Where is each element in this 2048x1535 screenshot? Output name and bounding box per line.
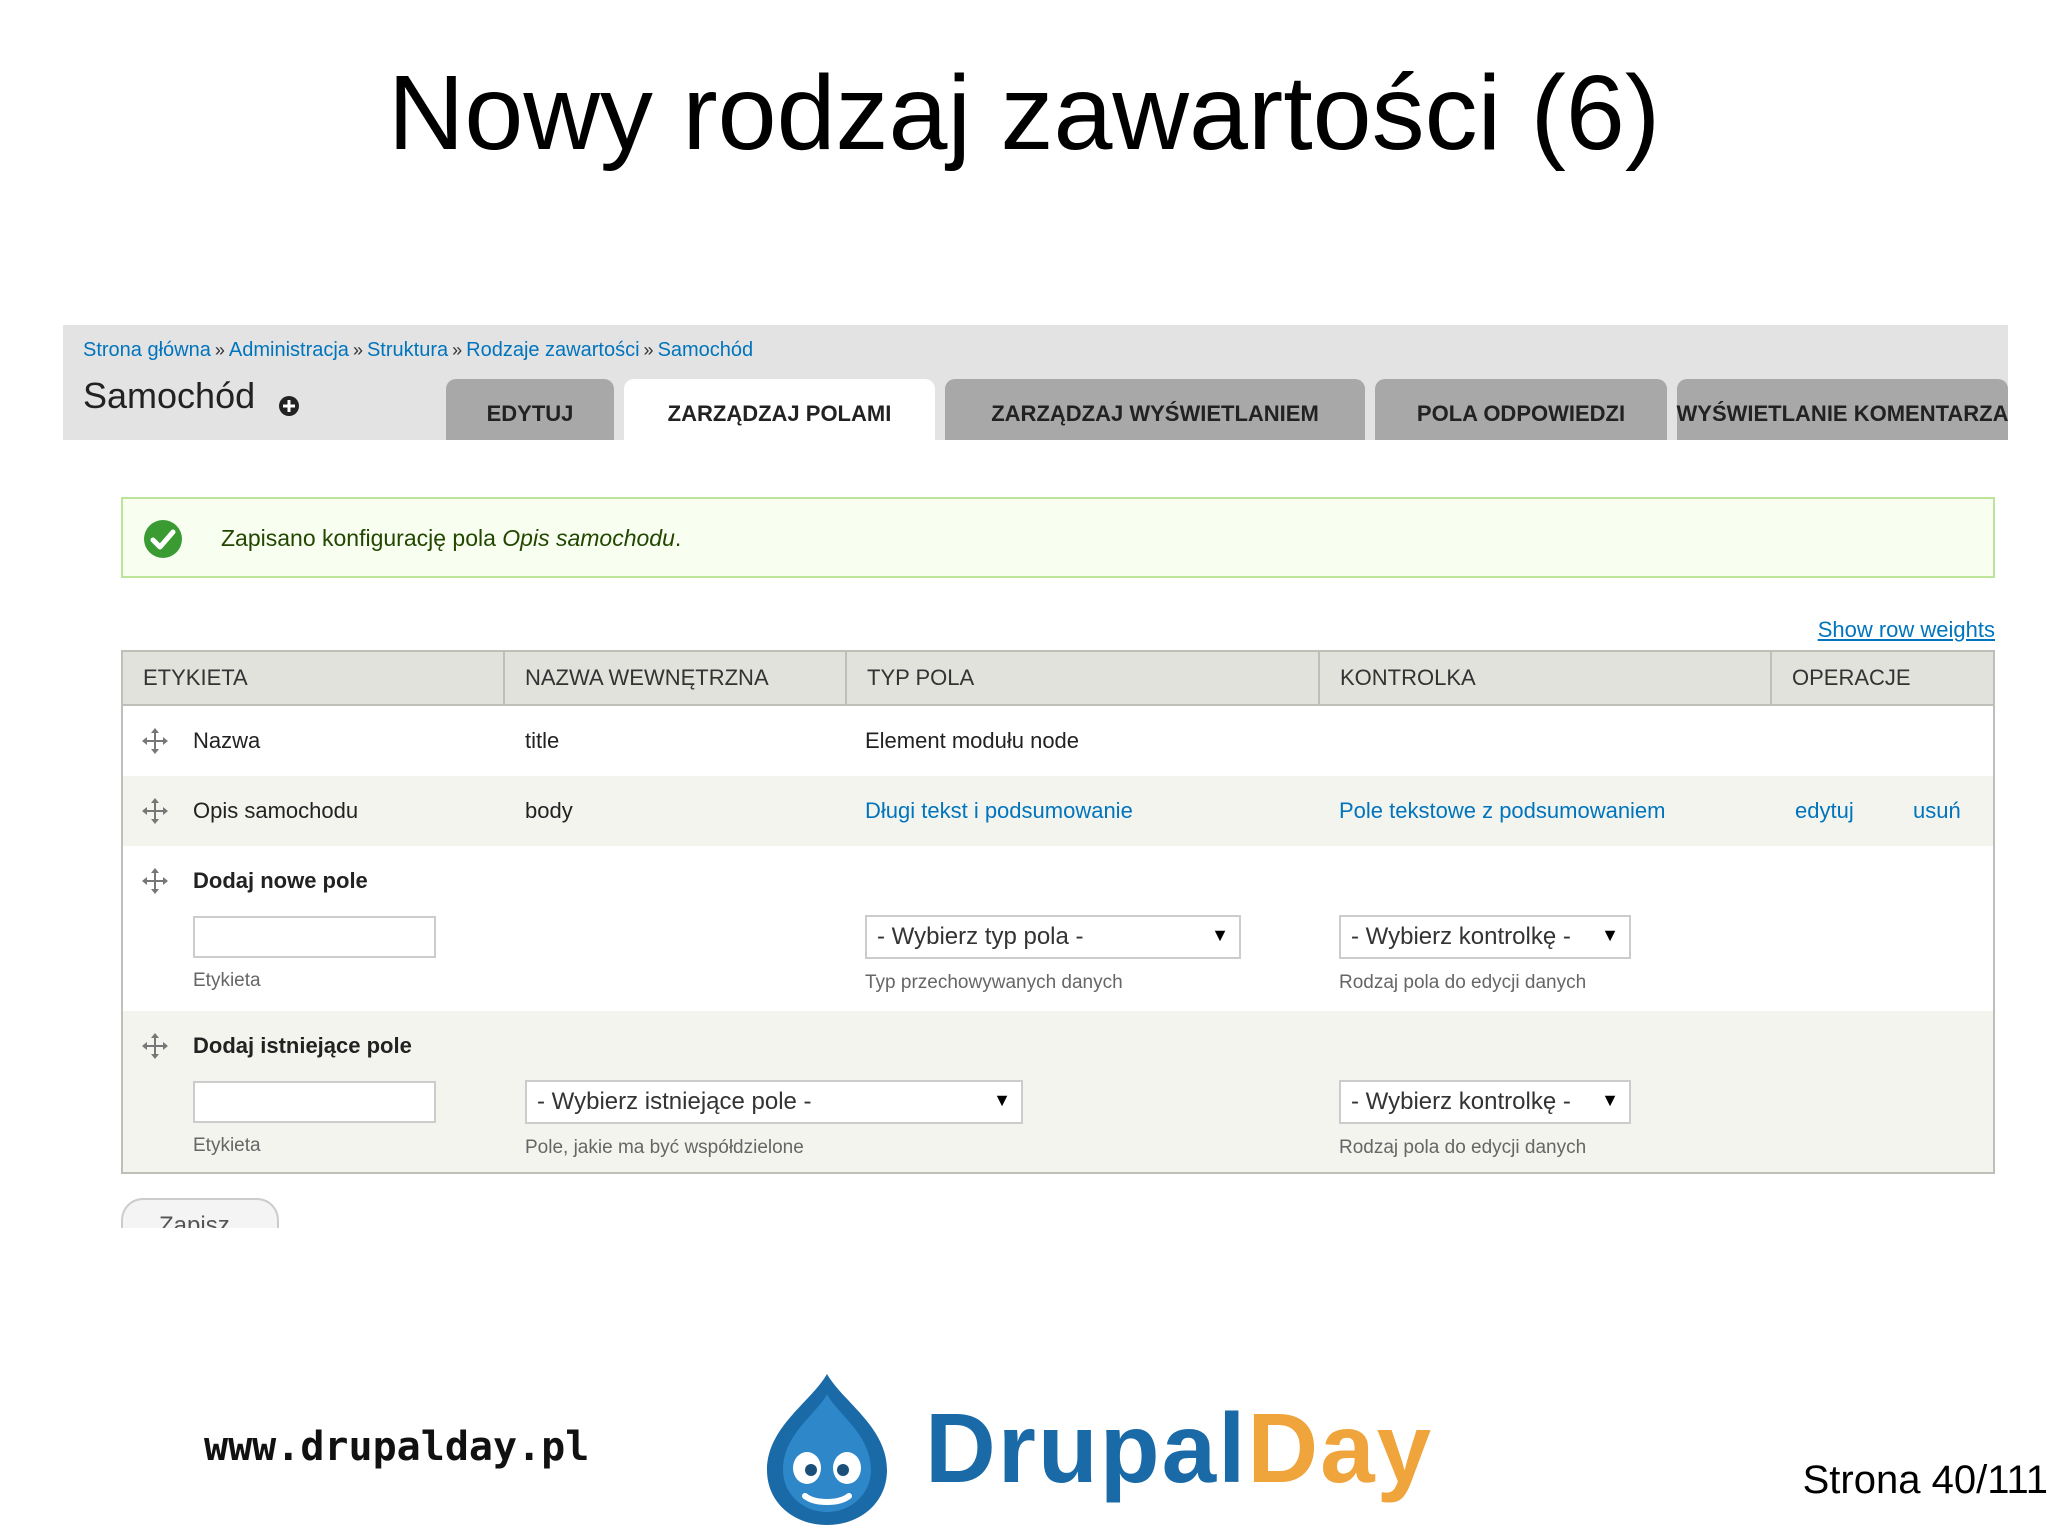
drag-handle-icon[interactable] xyxy=(142,798,168,824)
drag-handle-icon[interactable] xyxy=(142,728,168,754)
dropdown-arrow-icon: ▼ xyxy=(1601,925,1619,945)
tab-comment-display[interactable]: WYŚWIETLANIE KOMENTARZA xyxy=(1676,379,2009,440)
logo-text-drupal: Drupal xyxy=(925,1393,1248,1503)
header-widget: KONTROLKA xyxy=(1320,652,1772,704)
status-field-name: Opis samochodu xyxy=(502,525,675,551)
select-value: - Wybierz kontrolkę - xyxy=(1351,923,1571,950)
breadcrumb-separator: » xyxy=(214,340,225,360)
select-value: - Wybierz istniejące pole - xyxy=(537,1088,812,1115)
page-title: Samochód xyxy=(83,375,256,416)
check-icon xyxy=(144,520,182,558)
drupal-drop-logo xyxy=(767,1374,887,1525)
table-row: Nazwa title Element modułu node xyxy=(123,706,1993,776)
row-label: Opis samochodu xyxy=(193,798,359,823)
select-value: - Wybierz kontrolkę - xyxy=(1351,1088,1571,1115)
slide-title: Nowy rodzaj zawartości (6) xyxy=(387,54,1661,172)
dropdown-arrow-icon: ▼ xyxy=(993,1090,1011,1110)
status-prefix: Zapisano konfigurację pola xyxy=(221,525,503,551)
field-type-select[interactable]: - Wybierz typ pola - ▼ xyxy=(865,915,1241,959)
breadcrumb-samochod[interactable]: Samochód xyxy=(658,339,754,361)
status-suffix: . xyxy=(674,525,682,551)
header-machine-name: NAZWA WEWNĘTRZNA xyxy=(505,652,847,704)
tab-label: POLA ODPOWIEDZI xyxy=(1416,400,1626,426)
table-row: Opis samochodu body Długi tekst i podsum… xyxy=(123,776,1993,846)
add-existing-field-title: Dodaj istniejące pole xyxy=(193,1033,412,1058)
delete-link[interactable]: usuń xyxy=(1913,798,1961,824)
add-new-field-title: Dodaj nowe pole xyxy=(193,868,368,893)
tab-label: WYŚWIETLANIE KOMENTARZA xyxy=(1676,400,2009,426)
tab-label: EDYTUJ xyxy=(486,400,574,426)
existing-field-desc: Pole, jakie ma być współdzielone xyxy=(525,1137,804,1158)
breadcrumb-admin[interactable]: Administracja xyxy=(229,339,349,361)
breadcrumb: Strona główna» Administracja» Struktura» Ro… xyxy=(83,339,753,362)
fields-table: ETYKIETA NAZWA WEWNĘTRZNA TYP POLA KONTR… xyxy=(121,650,1995,1174)
save-button[interactable]: Zapisz xyxy=(121,1198,279,1228)
header-operations: OPERACJE xyxy=(1792,665,1911,690)
admin-header: Strona główna» Administracja» Struktura» Ro… xyxy=(63,325,2009,440)
dropdown-arrow-icon: ▼ xyxy=(1211,925,1229,945)
new-field-label-desc: Etykieta xyxy=(193,970,261,991)
tab-edit[interactable]: EDYTUJ xyxy=(446,379,614,440)
table-header: ETYKIETA NAZWA WEWNĘTRZNA TYP POLA KONTR… xyxy=(123,652,1993,706)
logo-text-day: Day xyxy=(1247,1393,1434,1503)
tab-manage-display[interactable]: ZARZĄDZAJ WYŚWIETLANIEM xyxy=(945,379,1365,440)
existing-field-select[interactable]: - Wybierz istniejące pole - ▼ xyxy=(525,1080,1023,1124)
breadcrumb-home[interactable]: Strona główna xyxy=(83,339,211,361)
status-message: Zapisano konfigurację pola Opis samochod… xyxy=(121,497,1995,578)
breadcrumb-content-types[interactable]: Rodzaje zawartości xyxy=(466,339,639,361)
existing-field-label-input[interactable] xyxy=(193,1081,436,1123)
row-field-type: Element modułu node xyxy=(865,728,1080,753)
add-new-field-row: Dodaj nowe pole Etykieta - Wybierz typ p… xyxy=(123,846,1993,1011)
drag-handle-icon[interactable] xyxy=(142,1033,168,1059)
row-machine-name: title xyxy=(525,728,560,753)
save-button-label: Zapisz xyxy=(159,1212,230,1228)
header-field-type: TYP POLA xyxy=(847,652,1320,704)
drupalday-logo-text: DrupalDay xyxy=(925,1392,1433,1505)
row-label: Nazwa xyxy=(193,728,261,753)
field-type-link[interactable]: Długi tekst i podsumowanie xyxy=(865,798,1133,824)
tab-manage-fields[interactable]: ZARZĄDZAJ POLAMI xyxy=(624,379,935,440)
tab-label: ZARZĄDZAJ POLAMI xyxy=(667,400,892,426)
add-shortcut-icon[interactable] xyxy=(278,395,300,417)
existing-field-label-desc: Etykieta xyxy=(193,1135,261,1156)
breadcrumb-structure[interactable]: Struktura xyxy=(367,339,448,361)
field-type-desc: Typ przechowywanych danych xyxy=(865,972,1123,993)
page-number: Strona 40/111 xyxy=(1802,1458,2048,1502)
widget-desc: Rodzaj pola do edycji danych xyxy=(1339,972,1587,993)
breadcrumb-separator: » xyxy=(352,340,363,360)
select-value: - Wybierz typ pola - xyxy=(877,923,1084,950)
tab-comment-fields[interactable]: POLA ODPOWIEDZI xyxy=(1375,379,1667,440)
header-label: ETYKIETA xyxy=(123,652,505,704)
new-field-label-input[interactable] xyxy=(193,916,436,958)
breadcrumb-separator: » xyxy=(452,340,463,360)
widget-link[interactable]: Pole tekstowe z podsumowaniem xyxy=(1339,798,1666,824)
existing-widget-select[interactable]: - Wybierz kontrolkę - ▼ xyxy=(1339,1080,1631,1124)
dropdown-arrow-icon: ▼ xyxy=(1601,1090,1619,1110)
drag-handle-icon[interactable] xyxy=(142,868,168,894)
widget-select[interactable]: - Wybierz kontrolkę - ▼ xyxy=(1339,915,1631,959)
tab-label: ZARZĄDZAJ WYŚWIETLANIEM xyxy=(991,400,1319,426)
breadcrumb-separator: » xyxy=(643,340,654,360)
site-url: www.drupalday.pl xyxy=(204,1424,590,1470)
add-existing-field-row: Dodaj istniejące pole Etykieta - Wybierz… xyxy=(123,1011,1993,1172)
show-row-weights-link[interactable]: Show row weights xyxy=(1818,617,1995,643)
status-text: Zapisano konfigurację pola Opis samochod… xyxy=(221,525,681,552)
existing-widget-desc: Rodzaj pola do edycji danych xyxy=(1339,1137,1587,1158)
row-machine-name: body xyxy=(525,798,573,823)
edit-link[interactable]: edytuj xyxy=(1795,798,1854,824)
